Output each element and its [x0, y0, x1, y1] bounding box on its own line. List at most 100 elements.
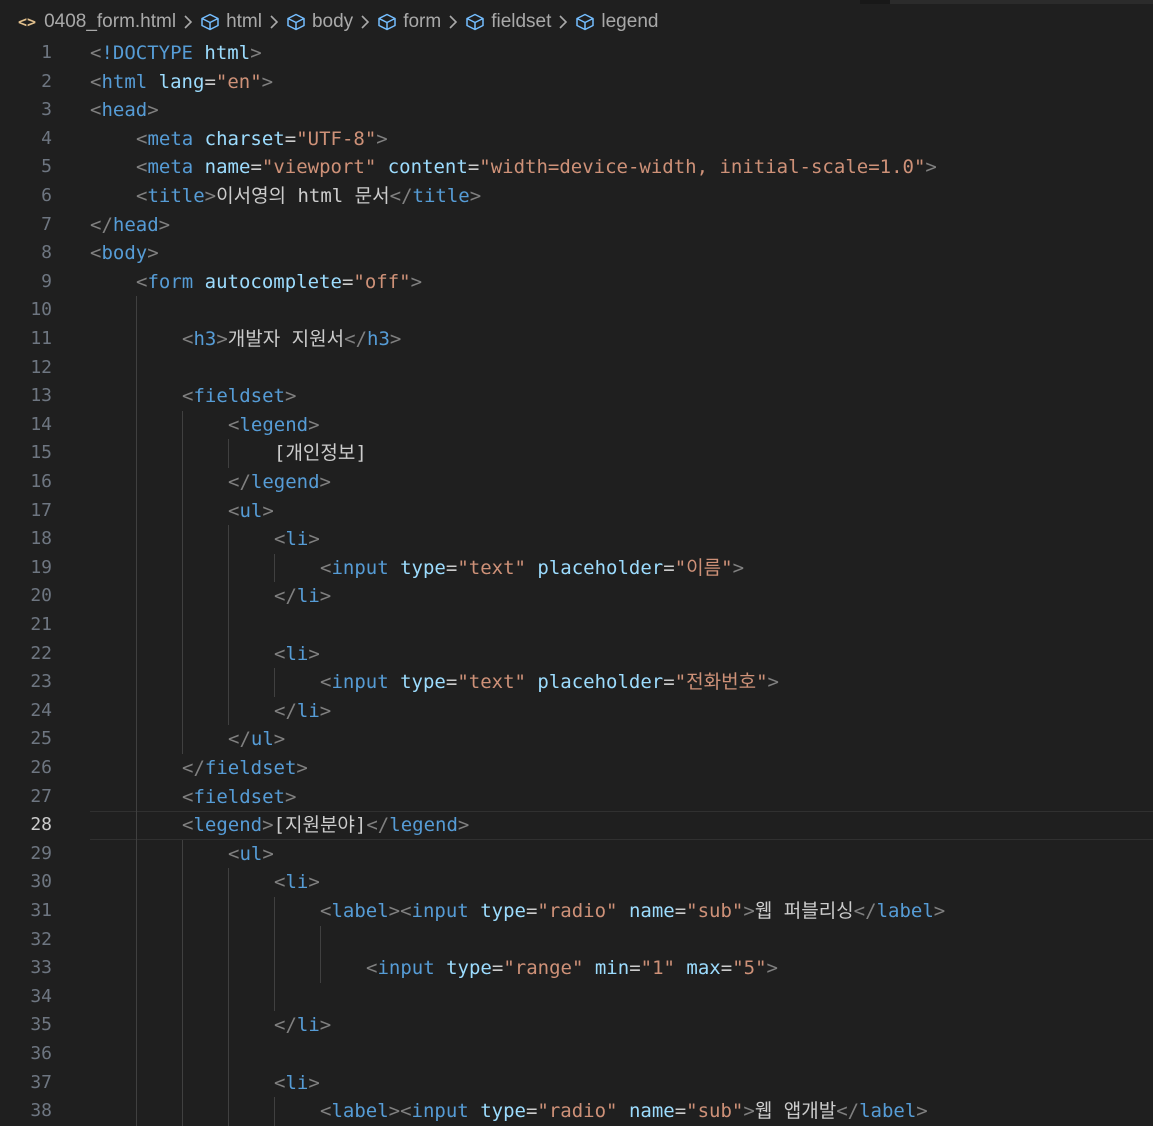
code-text: </legend>: [228, 468, 331, 497]
code-line[interactable]: 14 <legend>: [0, 410, 1153, 440]
token-tag: legend: [250, 471, 320, 493]
token-br: >: [389, 328, 402, 350]
indent-guide: [274, 1097, 275, 1126]
indent-guide: [136, 611, 137, 640]
token-br: >: [261, 70, 274, 93]
token-br: <: [274, 642, 286, 665]
code-line[interactable]: 25 </ul>: [0, 725, 1153, 754]
symbol-element-icon: [377, 13, 403, 31]
line-number: 15: [30, 442, 52, 464]
indent-guide: [182, 639, 183, 669]
token-br: </: [182, 757, 205, 779]
token-br: <: [182, 385, 194, 408]
indent-guide: [182, 925, 183, 955]
code-editor[interactable]: 1 <!DOCTYPE html> 2 <html lang="en"> 3 <head>…: [0, 39, 1153, 1126]
code-line[interactable]: 11 <h3>개발자 지원서</h3>: [0, 325, 1153, 354]
code-text: <label><input type="radio" name="sub">웹 …: [320, 1097, 928, 1126]
code-line[interactable]: 37 <li>: [0, 1068, 1153, 1098]
breadcrumb-file[interactable]: <> 0408_form.html: [18, 11, 176, 33]
code-line[interactable]: 7 </head>: [0, 211, 1153, 240]
code-text: [개인정보]: [274, 439, 367, 468]
token-txt: [개인정보]: [274, 442, 367, 465]
token-tag: li: [285, 1071, 309, 1094]
code-line[interactable]: 8 <body>: [0, 239, 1153, 268]
code-line[interactable]: 22 <li>: [0, 639, 1153, 669]
indent-guide: [228, 553, 229, 583]
code-line[interactable]: 20 </li>: [0, 582, 1153, 611]
code-line[interactable]: 34: [0, 982, 1153, 1012]
line-number: 26: [30, 757, 52, 778]
token-val: "off": [353, 270, 411, 293]
code-line[interactable]: 29 <ul>: [0, 839, 1153, 869]
token-eq: =: [284, 127, 297, 150]
code-line[interactable]: 4 <meta charset="UTF-8">: [0, 125, 1153, 154]
code-line[interactable]: 31 <label><input type="radio" name="sub">…: [0, 897, 1153, 926]
code-line[interactable]: 24 </li>: [0, 696, 1153, 726]
code-line[interactable]: 36: [0, 1040, 1153, 1069]
breadcrumb-item-label: body: [311, 11, 354, 32]
token-attr: placeholder: [537, 671, 664, 694]
token-br: >: [319, 471, 331, 493]
breadcrumb-item-fieldset[interactable]: fieldset: [465, 11, 551, 33]
chevron-right-icon: [558, 15, 568, 29]
token-br: >: [376, 127, 388, 150]
code-line[interactable]: 19 <input type="text" placeholder="이름">: [0, 553, 1153, 583]
code-line[interactable]: 33 <input type="range" min="1" max="5">: [0, 954, 1153, 983]
code-line[interactable]: 32: [0, 925, 1153, 955]
code-line[interactable]: 16 </legend>: [0, 468, 1153, 497]
token-br: >: [743, 900, 755, 922]
indent-guide: [274, 982, 275, 1012]
code-line[interactable]: 10: [0, 296, 1153, 325]
code-line[interactable]: 6 <title>이서영의 html 문서</title>: [0, 182, 1153, 211]
indent-guide: [136, 582, 137, 611]
indent-guide: [136, 1040, 137, 1069]
breadcrumb-item-legend[interactable]: legend: [575, 11, 658, 33]
code-line[interactable]: 12: [0, 353, 1153, 383]
line-number: 7: [41, 213, 52, 235]
indent-guide: [228, 696, 229, 726]
token-attr: charset: [204, 127, 285, 150]
code-line[interactable]: 17 <ul>: [0, 496, 1153, 526]
breadcrumb-item-body[interactable]: body: [286, 11, 353, 33]
code-line[interactable]: 35 </li>: [0, 1011, 1153, 1040]
code-line[interactable]: 18 <li>: [0, 525, 1153, 554]
indent-guide: [136, 868, 137, 897]
line-number: 5: [41, 156, 52, 178]
line-number: 21: [30, 614, 52, 635]
token-br: <: [320, 671, 332, 694]
code-line[interactable]: 26 </fieldset>: [0, 754, 1153, 783]
indent-guide: [136, 525, 137, 554]
token-val: "radio": [537, 1100, 618, 1123]
code-line[interactable]: 1 <!DOCTYPE html>: [0, 39, 1153, 68]
code-line[interactable]: 21: [0, 611, 1153, 640]
code-line[interactable]: 3 <head>: [0, 96, 1153, 125]
code-line[interactable]: 28 <legend>[지원분야]</legend>: [0, 811, 1153, 840]
code-line[interactable]: 38 <label><input type="radio" name="sub">…: [0, 1097, 1153, 1126]
code-line[interactable]: 30 <li>: [0, 868, 1153, 897]
breadcrumb-item-html[interactable]: html: [200, 11, 262, 33]
token-br: >: [732, 556, 745, 579]
code-line[interactable]: 9 <form autocomplete="off">: [0, 268, 1153, 297]
code-line[interactable]: 2 <html lang="en">: [0, 68, 1153, 97]
code-line[interactable]: 5 <meta name="viewport" content="width=de…: [0, 153, 1153, 182]
code-text: <h3>개발자 지원서</h3>: [182, 325, 401, 354]
html-file-icon: <>: [18, 13, 37, 31]
breadcrumb-item-form[interactable]: form: [377, 11, 441, 33]
line-number: 29: [30, 842, 52, 864]
token-br: >: [284, 785, 297, 808]
token-tag: fieldset: [193, 785, 285, 808]
code-line[interactable]: 27 <fieldset>: [0, 782, 1153, 812]
code-line[interactable]: 23 <input type="text" placeholder="전화번호">: [0, 668, 1153, 697]
line-number: 37: [30, 1071, 52, 1093]
code-text: <ul>: [228, 497, 274, 526]
code-line[interactable]: 13 <fieldset>: [0, 382, 1153, 411]
breadcrumb-item-label: fieldset: [491, 11, 552, 32]
indent-guide: [182, 1068, 183, 1098]
code-line[interactable]: 15 [개인정보]: [0, 439, 1153, 468]
